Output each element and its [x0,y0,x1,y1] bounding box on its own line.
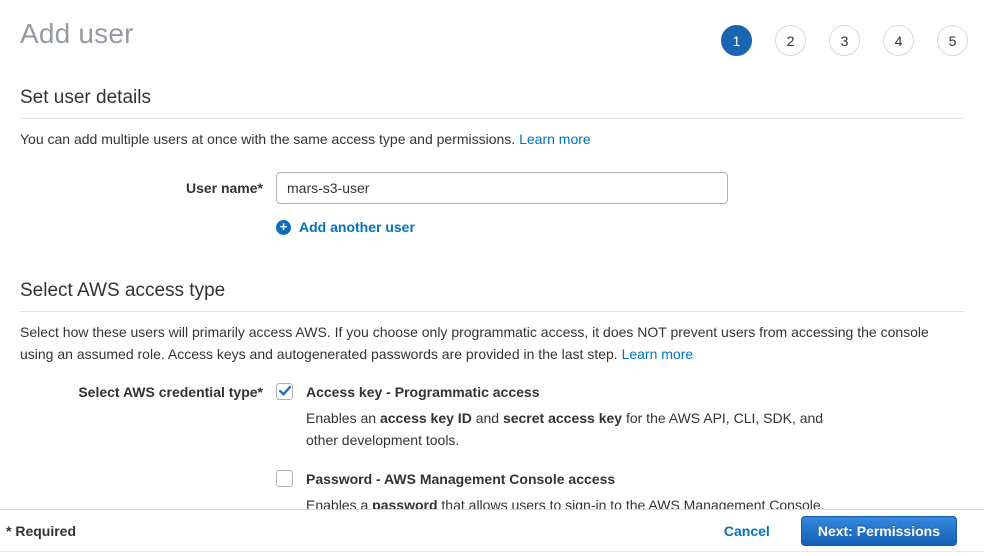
add-another-user-row: + Add another user [276,218,964,236]
step-number: 4 [895,33,903,49]
wizard-step-5: 5 [937,25,968,56]
required-note: * Required [6,523,76,539]
cancel-button[interactable]: Cancel [724,523,770,539]
check-icon [279,386,291,396]
wizard-header: Add user 1 2 3 4 5 [0,0,984,50]
wizard-content: Set user details You can add multiple us… [0,87,984,517]
wizard-step-1: 1 [721,25,752,56]
add-another-user-label: Add another user [299,219,415,235]
user-details-intro: You can add multiple users at once with … [20,129,964,151]
wizard-steps: 1 2 3 4 5 [721,25,968,56]
plus-circle-icon: + [276,220,291,235]
step-number: 2 [787,33,795,49]
step-number: 3 [841,33,849,49]
password-option-title: Password - AWS Management Console access [306,470,615,487]
intro-text: Select how these users will primarily ac… [20,324,929,362]
intro-text: You can add multiple users at once with … [20,131,515,147]
wizard-step-2: 2 [775,25,806,56]
username-row: User name* [20,172,964,204]
next-permissions-button[interactable]: Next: Permissions [801,516,957,546]
step-number: 1 [733,33,741,49]
learn-more-link-access-type[interactable]: Learn more [622,346,694,362]
access-key-checkbox[interactable] [276,383,293,400]
credential-options: Access key - Programmatic access Enables… [276,383,854,517]
username-input[interactable] [276,172,728,204]
password-checkbox[interactable] [276,470,293,487]
wizard-footer: * Required Cancel Next: Permissions [0,509,984,552]
wizard-step-4: 4 [883,25,914,56]
learn-more-link-user-details[interactable]: Learn more [519,131,591,147]
username-label: User name* [20,172,263,204]
access-key-option: Access key - Programmatic access Enables… [276,383,854,452]
credential-type-label: Select AWS credential type* [20,383,263,517]
step-number: 5 [949,33,957,49]
credential-type-row: Select AWS credential type* Access key -… [20,383,964,517]
wizard-step-3: 3 [829,25,860,56]
access-key-option-title: Access key - Programmatic access [306,383,539,400]
access-type-intro: Select how these users will primarily ac… [20,322,964,365]
section-heading-user-details: Set user details [20,87,964,119]
access-key-option-description: Enables an access key ID and secret acce… [306,407,854,452]
section-heading-access-type: Select AWS access type [20,280,964,312]
add-another-user-link[interactable]: + Add another user [276,219,415,235]
